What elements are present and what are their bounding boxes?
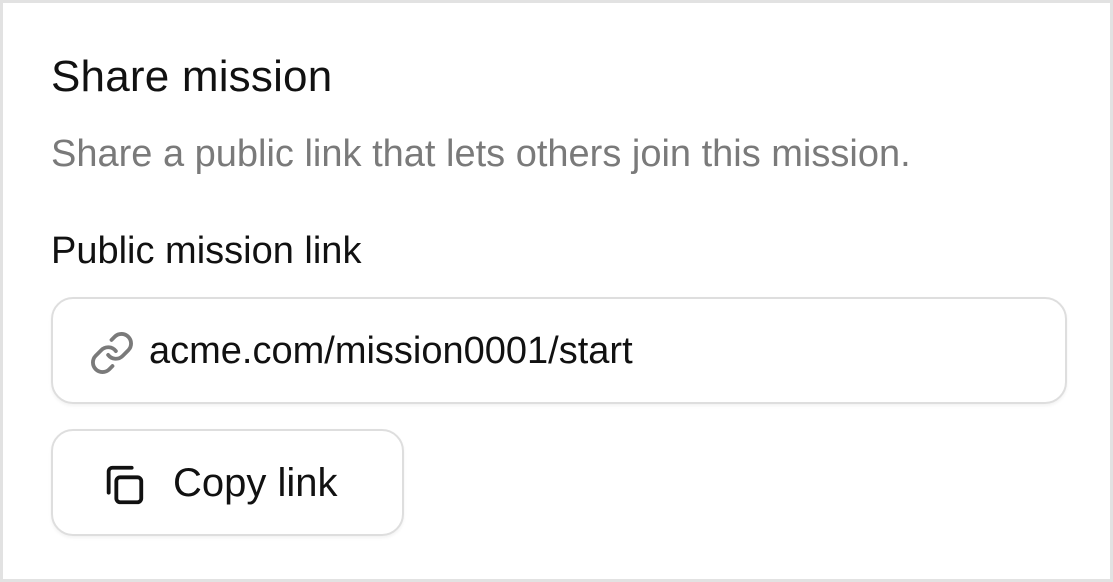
public-link-value: acme.com/mission0001/start xyxy=(149,330,633,372)
copy-icon xyxy=(101,462,147,508)
public-link-label: Public mission link xyxy=(51,230,362,272)
copy-link-label: Copy link xyxy=(173,461,338,505)
public-link-field[interactable]: acme.com/mission0001/start xyxy=(51,297,1067,404)
panel-description: Share a public link that lets others joi… xyxy=(51,133,911,175)
share-mission-panel: Share mission Share a public link that l… xyxy=(0,0,1113,582)
panel-title: Share mission xyxy=(51,52,333,101)
copy-link-button[interactable]: Copy link xyxy=(51,429,404,536)
link-icon xyxy=(89,330,135,376)
